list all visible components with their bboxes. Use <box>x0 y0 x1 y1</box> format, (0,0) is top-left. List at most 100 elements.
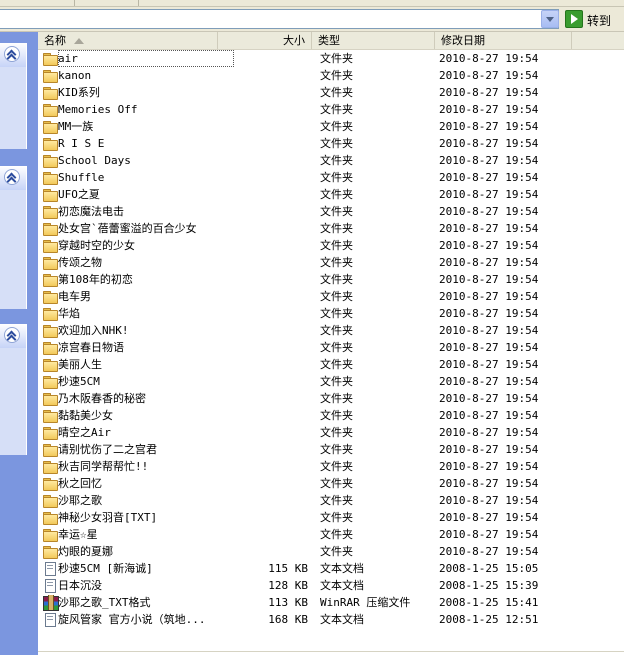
file-modified-date: 2008-1-25 15:05 <box>439 562 539 575</box>
file-row[interactable]: 第108年的初恋 文件夹 2010-8-27 19:54 <box>38 271 624 288</box>
file-size: 128 KB <box>268 579 308 592</box>
file-type: 文件夹 <box>320 69 353 82</box>
file-modified-date: 2010-8-27 19:54 <box>439 477 539 490</box>
file-modified-date: 2010-8-27 19:54 <box>439 511 539 524</box>
folder-icon <box>42 510 58 525</box>
file-modified-date: 2010-8-27 19:54 <box>439 222 539 235</box>
folder-icon <box>42 340 58 355</box>
file-row[interactable]: 秋吉同学帮帮忙!! 文件夹 2010-8-27 19:54 <box>38 458 624 475</box>
file-modified-date: 2008-1-25 15:39 <box>439 579 539 592</box>
file-name: 处女宫`蓓蕾蜜溢的百合少女 <box>58 222 197 235</box>
folder-icon <box>42 374 58 389</box>
file-row[interactable]: 神秘少女羽音[TXT] 文件夹 2010-8-27 19:54 <box>38 509 624 526</box>
file-modified-date: 2010-8-27 19:54 <box>439 154 539 167</box>
column-header-type[interactable]: 类型 <box>312 32 435 49</box>
file-row[interactable]: 秋之回忆 文件夹 2010-8-27 19:54 <box>38 475 624 492</box>
folder-icon <box>42 527 58 542</box>
file-row[interactable]: kanon 文件夹 2010-8-27 19:54 <box>38 67 624 84</box>
file-type: 文件夹 <box>320 154 353 167</box>
text-document-icon <box>42 612 58 627</box>
file-modified-date: 2010-8-27 19:54 <box>439 188 539 201</box>
collapse-icon[interactable] <box>4 327 20 343</box>
address-bar: 转到 <box>0 7 624 32</box>
sort-ascending-icon <box>74 38 84 44</box>
file-name: 沙耶之歌_TXT格式 <box>58 596 151 609</box>
file-row[interactable]: School Days 文件夹 2010-8-27 19:54 <box>38 152 624 169</box>
file-row[interactable]: 传颂之物 文件夹 2010-8-27 19:54 <box>38 254 624 271</box>
folder-icon <box>42 102 58 117</box>
task-panel <box>0 43 27 149</box>
file-row[interactable]: 灼眼的夏娜 文件夹 2010-8-27 19:54 <box>38 543 624 560</box>
address-input[interactable] <box>0 9 559 29</box>
file-row[interactable]: R I S E 文件夹 2010-8-27 19:54 <box>38 135 624 152</box>
file-row[interactable]: 初恋魔法电击 文件夹 2010-8-27 19:54 <box>38 203 624 220</box>
go-button[interactable]: 转到 <box>587 12 611 29</box>
file-name: 秒速5CM <box>58 375 100 388</box>
file-row[interactable]: Shuffle 文件夹 2010-8-27 19:54 <box>38 169 624 186</box>
file-name: 晴空之Air <box>58 426 111 439</box>
column-header-label: 名称 <box>44 34 66 47</box>
file-row[interactable]: 日本沉没 128 KB 文本文档 2008-1-25 15:39 <box>38 577 624 594</box>
folder-icon <box>42 170 58 185</box>
file-row[interactable]: 黏黏美少女 文件夹 2010-8-27 19:54 <box>38 407 624 424</box>
file-type: 文件夹 <box>320 545 353 558</box>
task-panel-header[interactable] <box>0 324 26 348</box>
file-row[interactable]: 处女宫`蓓蕾蜜溢的百合少女 文件夹 2010-8-27 19:54 <box>38 220 624 237</box>
folder-icon <box>42 238 58 253</box>
file-modified-date: 2010-8-27 19:54 <box>439 375 539 388</box>
file-row[interactable]: 沙耶之歌 文件夹 2010-8-27 19:54 <box>38 492 624 509</box>
go-arrow-icon[interactable] <box>565 10 583 28</box>
collapse-icon[interactable] <box>4 46 20 62</box>
folder-icon <box>42 493 58 508</box>
file-row[interactable]: 秒速5CM 文件夹 2010-8-27 19:54 <box>38 373 624 390</box>
file-row[interactable]: 欢迎加入NHK! 文件夹 2010-8-27 19:54 <box>38 322 624 339</box>
file-row[interactable]: 乃木阪春香的秘密 文件夹 2010-8-27 19:54 <box>38 390 624 407</box>
file-type: 文件夹 <box>320 86 353 99</box>
folder-icon <box>42 459 58 474</box>
file-modified-date: 2010-8-27 19:54 <box>439 528 539 541</box>
file-row[interactable]: air 文件夹 2010-8-27 19:54 <box>38 50 624 67</box>
task-panel-header[interactable] <box>0 43 26 67</box>
file-name: 幸运☆星 <box>58 528 98 541</box>
file-modified-date: 2010-8-27 19:54 <box>439 409 539 422</box>
folder-icon <box>42 272 58 287</box>
file-row[interactable]: 穿越时空的少女 文件夹 2010-8-27 19:54 <box>38 237 624 254</box>
column-header-size[interactable]: 大小 <box>218 32 312 49</box>
folder-icon <box>42 204 58 219</box>
file-row[interactable]: Memories Off 文件夹 2010-8-27 19:54 <box>38 101 624 118</box>
file-row[interactable]: 凉宫春日物语 文件夹 2010-8-27 19:54 <box>38 339 624 356</box>
column-header-modified[interactable]: 修改日期 <box>435 32 572 49</box>
file-type: 文件夹 <box>320 188 353 201</box>
task-panel-header[interactable] <box>0 166 26 190</box>
file-name: UFO之夏 <box>58 188 100 201</box>
folder-icon <box>42 408 58 423</box>
text-document-icon <box>42 578 58 593</box>
folder-icon <box>42 357 58 372</box>
file-row[interactable]: 电车男 文件夹 2010-8-27 19:54 <box>38 288 624 305</box>
file-row[interactable]: 华焰 文件夹 2010-8-27 19:54 <box>38 305 624 322</box>
file-type: 文件夹 <box>320 103 353 116</box>
file-name: 秒速5CM [新海诚] <box>58 562 153 575</box>
file-row[interactable]: MM一族 文件夹 2010-8-27 19:54 <box>38 118 624 135</box>
column-header-name[interactable]: 名称 <box>38 32 218 49</box>
file-row[interactable]: 美丽人生 文件夹 2010-8-27 19:54 <box>38 356 624 373</box>
file-row[interactable]: UFO之夏 文件夹 2010-8-27 19:54 <box>38 186 624 203</box>
folder-icon <box>42 306 58 321</box>
file-type: 文件夹 <box>320 392 353 405</box>
toolbar-separator <box>138 0 139 6</box>
folder-icon <box>42 425 58 440</box>
chevron-down-icon[interactable] <box>541 10 559 28</box>
file-row[interactable]: 沙耶之歌_TXT格式 113 KB WinRAR 压缩文件 2008-1-25 15:… <box>38 594 624 611</box>
file-type: 文件夹 <box>320 52 353 65</box>
file-row[interactable]: 幸运☆星 文件夹 2010-8-27 19:54 <box>38 526 624 543</box>
file-row[interactable]: 晴空之Air 文件夹 2010-8-27 19:54 <box>38 424 624 441</box>
file-type: 文件夹 <box>320 171 353 184</box>
file-row[interactable]: 秒速5CM [新海诚] 115 KB 文本文档 2008-1-25 15:05 <box>38 560 624 577</box>
file-row[interactable]: 请别忧伤了二之宫君 文件夹 2010-8-27 19:54 <box>38 441 624 458</box>
collapse-icon[interactable] <box>4 169 20 185</box>
file-type: 文本文档 <box>320 579 364 592</box>
folder-icon <box>42 442 58 457</box>
file-row[interactable]: KID系列 文件夹 2010-8-27 19:54 <box>38 84 624 101</box>
file-row[interactable]: 旋风管家 官方小说（筑地... 168 KB 文本文档 2008-1-25 12:51 <box>38 611 624 628</box>
text-document-icon <box>42 561 58 576</box>
